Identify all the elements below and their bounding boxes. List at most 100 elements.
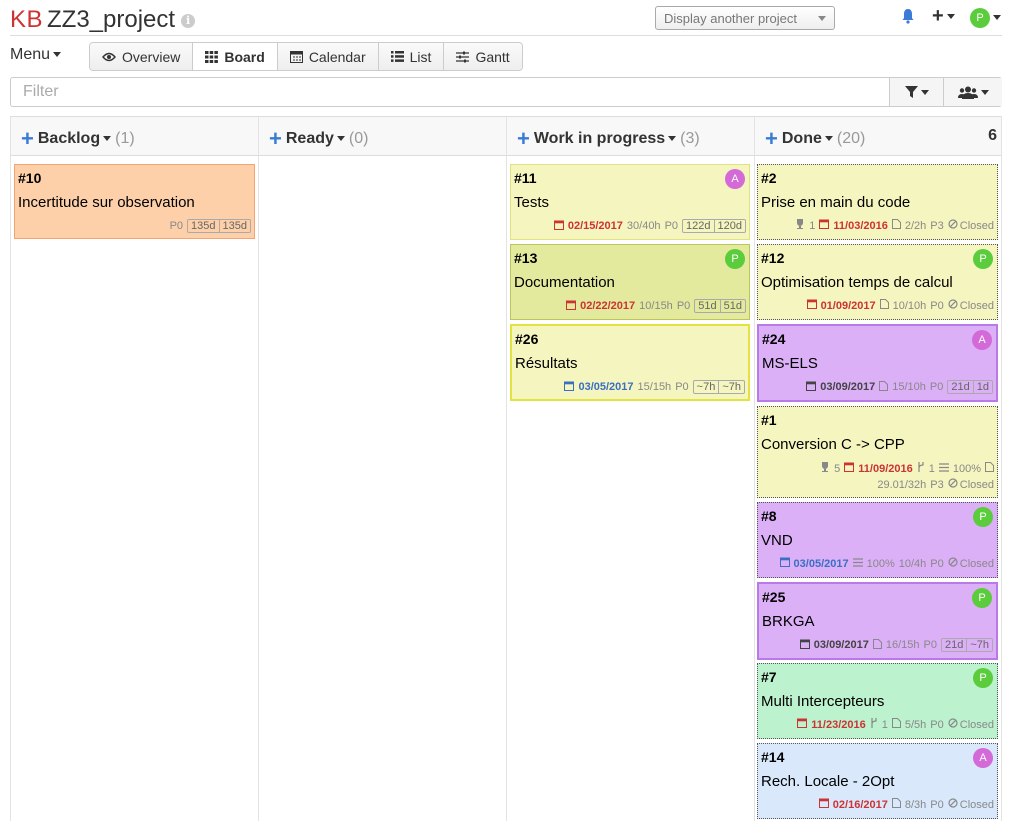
status-label: Closed (959, 478, 994, 491)
task-title[interactable]: Multi Intercepteurs (761, 693, 997, 710)
create-menu[interactable]: + (932, 6, 955, 26)
task-card[interactable]: #25 BRKGA P 03/09/2017 16/15h P0 21d ~7h (757, 582, 998, 660)
task-id[interactable]: #14 (761, 749, 997, 765)
task-card[interactable]: #12 Optimisation temps de calcul P 01/09… (757, 244, 998, 320)
task-card[interactable]: #2 Prise en main du code 1 11/03/2016 2/… (757, 164, 998, 240)
task-title[interactable]: Tests (514, 194, 749, 211)
avatar[interactable]: P (973, 507, 993, 527)
plus-icon: + (932, 5, 944, 27)
time-in-column: ~7h (718, 381, 744, 393)
calendar-icon (779, 557, 790, 570)
add-task-icon[interactable]: + (21, 126, 34, 151)
task-id[interactable]: #12 (761, 250, 997, 266)
task-card[interactable]: #13 Documentation P 02/22/2017 10/15h P0… (510, 244, 750, 320)
menu-dropdown[interactable]: Menu (10, 46, 62, 64)
task-title[interactable]: Prise en main du code (761, 194, 997, 211)
bell-icon[interactable] (900, 8, 916, 24)
task-card[interactable]: #26 Résultats 03/05/2017 15/15h P0 ~7h ~7… (510, 324, 750, 401)
kanboard-logo[interactable]: KB (10, 6, 43, 33)
task-title[interactable]: Rech. Locale - 2Opt (761, 773, 997, 790)
task-id[interactable]: #25 (762, 589, 996, 605)
project-switcher[interactable]: Display another project (655, 6, 835, 30)
avatar[interactable]: P (973, 668, 993, 688)
task-card[interactable]: #11 Tests A 02/15/2017 30/40h P0 122d 120… (510, 164, 750, 240)
avatar[interactable]: P (972, 588, 992, 608)
view-calendar[interactable]: Calendar (277, 43, 379, 70)
chevron-down-icon (818, 16, 826, 21)
column-title[interactable]: Done (782, 130, 822, 147)
chevron-down-icon[interactable] (824, 136, 833, 142)
task-title[interactable]: Incertitude sur observation (18, 194, 254, 211)
task-card[interactable]: #14 Rech. Locale - 2Opt A 02/16/2017 8/3… (757, 743, 998, 819)
avatar[interactable]: A (725, 169, 745, 189)
task-hours: 16/15h (885, 639, 920, 651)
avatar[interactable]: P (725, 249, 745, 269)
task-id[interactable]: #24 (762, 331, 996, 347)
view-list[interactable]: List (378, 43, 445, 70)
task-title[interactable]: MS-ELS (762, 355, 996, 372)
filter-dropdown-button[interactable] (889, 78, 943, 106)
task-title[interactable]: Résultats (515, 355, 748, 372)
task-meta: 11/23/2016 1 5/5h P0 Closed (797, 718, 994, 731)
ban-icon (948, 299, 958, 312)
task-due-date: 03/09/2017 (813, 639, 869, 651)
task-id[interactable]: #7 (761, 669, 997, 685)
task-id[interactable]: #8 (761, 508, 997, 524)
task-card[interactable]: #24 MS-ELS A 03/09/2017 15/10h P0 21d 1d (757, 324, 998, 402)
filter-input[interactable] (11, 78, 881, 106)
task-card[interactable]: #7 Multi Intercepteurs P 11/23/2016 1 5/… (757, 663, 998, 739)
task-title[interactable]: Optimisation temps de calcul (761, 274, 997, 291)
task-priority: P3 (930, 478, 944, 491)
view-gantt[interactable]: Gantt (444, 43, 522, 70)
avatar: P (970, 8, 990, 28)
info-icon[interactable]: i (181, 13, 196, 28)
file-icon (879, 299, 889, 312)
calendar-icon (806, 299, 817, 312)
task-id[interactable]: #1 (761, 412, 997, 428)
task-status: Closed (948, 798, 994, 811)
status-label: Closed (959, 219, 994, 232)
task-card[interactable]: #1 Conversion C -> CPP 5 11/09/2016 1 10… (757, 406, 998, 498)
task-id[interactable]: #10 (18, 170, 254, 186)
avatar[interactable]: A (972, 330, 992, 350)
avatar[interactable]: P (973, 249, 993, 269)
task-title[interactable]: VND (761, 532, 997, 549)
task-priority: P0 (664, 220, 679, 232)
avatar[interactable]: A (973, 748, 993, 768)
add-task-icon[interactable]: + (269, 126, 282, 151)
column-count: (20) (836, 130, 866, 147)
task-id[interactable]: #13 (514, 250, 749, 266)
task-card[interactable]: #8 VND P 03/05/2017 100% 10/4h P0 Closed (757, 502, 998, 578)
add-task-icon[interactable]: + (765, 126, 778, 151)
task-card[interactable]: #10 Incertitude sur observation P0 135d 1… (14, 164, 255, 239)
task-hours: 15/15h (637, 381, 672, 393)
view-board[interactable]: Board (193, 43, 278, 70)
column-count: (3) (680, 130, 700, 147)
task-priority: P0 (923, 639, 937, 651)
column-title[interactable]: Work in progress (534, 130, 665, 147)
task-due-date: 03/05/2017 (793, 557, 849, 570)
file-icon (872, 638, 882, 652)
ban-icon (948, 557, 958, 570)
task-id[interactable]: #11 (514, 170, 749, 186)
chevron-down-icon[interactable] (336, 136, 345, 142)
view-overview[interactable]: Overview (90, 43, 194, 70)
eye-icon (102, 52, 116, 62)
chevron-down-icon (980, 89, 989, 95)
column-task-limit: 6 (988, 127, 997, 144)
task-id[interactable]: #26 (515, 331, 748, 347)
task-title[interactable]: Documentation (514, 274, 749, 291)
user-filter-button[interactable] (943, 78, 1002, 106)
task-id[interactable]: #2 (761, 170, 997, 186)
chevron-down-icon[interactable] (668, 136, 677, 142)
calendar-icon (799, 639, 810, 652)
view-board-label: Board (224, 48, 265, 65)
user-menu[interactable]: P (970, 8, 1001, 28)
column-title[interactable]: Ready (286, 130, 334, 147)
chevron-down-icon[interactable] (103, 136, 112, 142)
column-title[interactable]: Backlog (38, 130, 100, 147)
add-task-icon[interactable]: + (517, 126, 530, 151)
grid-icon (205, 50, 219, 63)
task-title[interactable]: BRKGA (762, 613, 996, 630)
task-title[interactable]: Conversion C -> CPP (761, 436, 997, 453)
